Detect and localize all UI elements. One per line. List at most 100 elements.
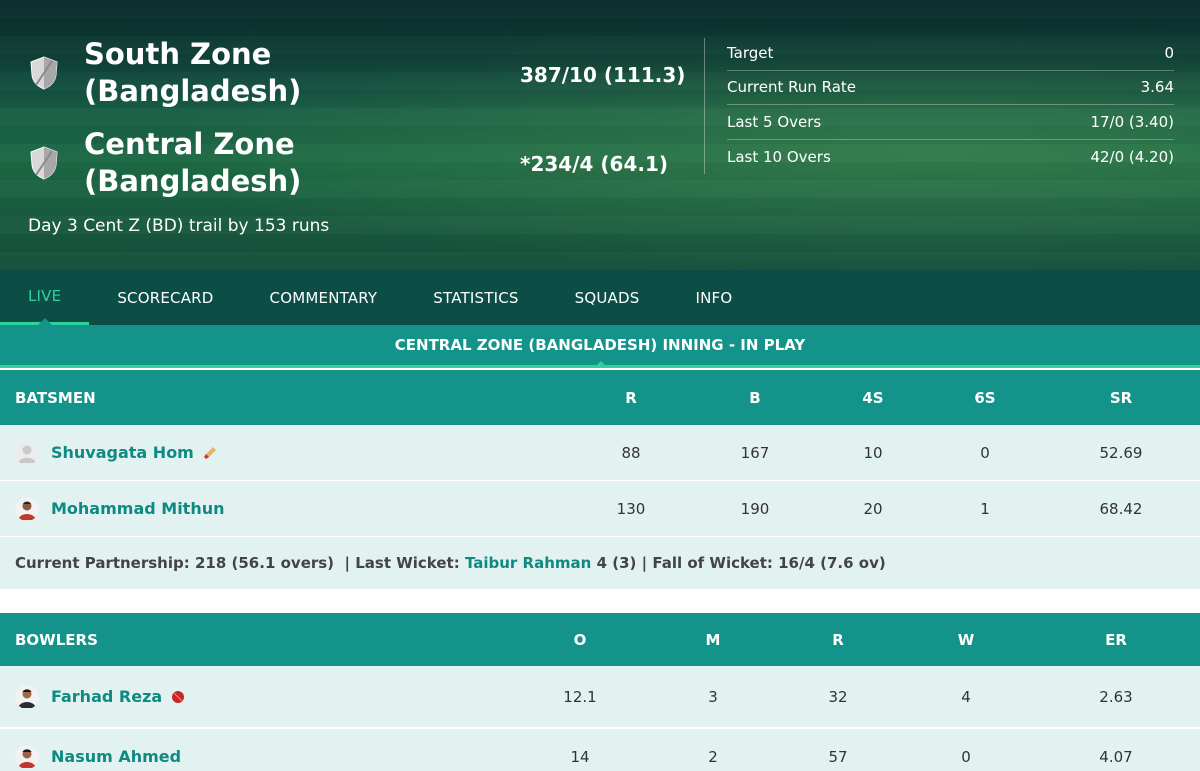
shield-icon: [30, 146, 58, 180]
maidens: 2: [708, 747, 718, 766]
last-wicket-player-link[interactable]: Taibur Rahman: [465, 554, 591, 572]
col-4s: 4S: [862, 388, 884, 407]
overs: 12.1: [563, 687, 597, 706]
stat-target: Target 0: [727, 36, 1174, 71]
batsman-cell: Mohammad Mithun: [15, 481, 225, 536]
runs: 130: [616, 499, 646, 518]
team1-block: South Zone (Bangladesh): [28, 36, 384, 110]
wickets: 4: [961, 687, 971, 706]
col-6s: 6S: [974, 388, 996, 407]
avatar: [15, 744, 39, 769]
batsman-name[interactable]: Mohammad Mithun: [51, 499, 225, 518]
runs: 88: [621, 443, 641, 462]
stat-value: 0: [1164, 43, 1174, 62]
team2-score: *234/4 (64.1): [520, 152, 669, 176]
separator: |: [641, 554, 648, 572]
table-row: Farhad Reza 12.1 3 32 4 2.63: [0, 666, 1200, 728]
tab-info[interactable]: INFO: [667, 270, 760, 325]
section-gap: [0, 589, 1200, 613]
current-partnership-label: Current Partnership:: [15, 554, 190, 572]
fall-of-wicket-value: 16/4 (7.6 ov): [778, 554, 886, 572]
tab-statistics[interactable]: STATISTICS: [405, 270, 546, 325]
batsman-cell: Shuvagata Hom: [15, 425, 217, 480]
avatar: [15, 440, 39, 465]
stat-current-run-rate: Current Run Rate 3.64: [727, 71, 1174, 105]
runs-conceded: 32: [828, 687, 848, 706]
col-w: W: [957, 630, 975, 649]
stat-value: 42/0 (4.20): [1090, 147, 1174, 166]
stat-label: Current Run Rate: [727, 78, 857, 97]
stat-last-10-overs: Last 10 Overs 42/0 (4.20): [727, 140, 1174, 175]
col-er: ER: [1105, 630, 1127, 649]
player-photo-icon: [15, 744, 39, 769]
batsmen-table-header: BATSMEN R B 4S 6S SR: [0, 370, 1200, 425]
strike-rate: 52.69: [1099, 443, 1143, 462]
col-m: M: [705, 630, 721, 649]
bowler-cell: Nasum Ahmed: [15, 729, 181, 771]
placeholder-avatar-icon: [15, 440, 39, 465]
table-row: Nasum Ahmed 14 2 57 0 4.07: [0, 729, 1200, 771]
tab-scorecard[interactable]: SCORECARD: [89, 270, 241, 325]
header-divider: [704, 38, 705, 174]
separator: |: [344, 554, 350, 572]
wickets: 0: [961, 747, 971, 766]
balls: 167: [740, 443, 770, 462]
stat-label: Last 10 Overs: [727, 147, 831, 166]
stat-value: 17/0 (3.40): [1090, 112, 1174, 131]
team1-name: South Zone (Bangladesh): [84, 37, 302, 108]
bowler-name[interactable]: Farhad Reza: [51, 687, 162, 706]
balls: 190: [740, 499, 770, 518]
avatar: [15, 684, 39, 709]
partnership-info: Current Partnership: 218 (56.1 overs) | …: [0, 537, 1200, 589]
last-wicket-label: Last Wicket:: [355, 554, 460, 572]
batsman-name[interactable]: Shuvagata Hom: [51, 443, 194, 462]
team2-block: Central Zone (Bangladesh): [28, 126, 384, 200]
avatar: [15, 496, 39, 521]
stat-last-5-overs: Last 5 Overs 17/0 (3.40): [727, 105, 1174, 140]
tab-commentary[interactable]: COMMENTARY: [242, 270, 406, 325]
col-sr: SR: [1109, 388, 1133, 407]
player-photo-icon: [15, 496, 39, 521]
col-r: R: [625, 388, 637, 407]
fours: 20: [863, 499, 883, 518]
bowler-name[interactable]: Nasum Ahmed: [51, 747, 181, 766]
runs-conceded: 57: [828, 747, 848, 766]
stat-label: Last 5 Overs: [727, 112, 822, 131]
active-tab-caret: [38, 318, 52, 325]
col-bowlers: BOWLERS: [15, 630, 98, 649]
team1-score: 387/10 (111.3): [520, 63, 686, 87]
current-partnership-value: 218 (56.1 overs): [194, 554, 335, 572]
bat-icon: [203, 446, 216, 459]
last-wicket-score: 4 (3): [596, 554, 637, 572]
stat-label: Target: [727, 43, 774, 62]
strike-rate: 68.42: [1099, 499, 1143, 518]
overs: 14: [570, 747, 590, 766]
fall-of-wicket-label: Fall of Wicket:: [652, 554, 773, 572]
ball-icon: [172, 690, 185, 703]
stat-value: 3.64: [1140, 78, 1174, 97]
col-r: R: [832, 630, 844, 649]
innings-caret: [594, 361, 608, 368]
economy-rate: 4.07: [1099, 747, 1133, 766]
table-row: Shuvagata Hom 88 167 10 0 52.69: [0, 425, 1200, 481]
team2-name: Central Zone (Bangladesh): [84, 127, 302, 198]
player-photo-icon: [15, 684, 39, 709]
table-row: Mohammad Mithun 130 190 20 1 68.42: [0, 481, 1200, 537]
match-status: Day 3 Cent Z (BD) trail by 153 runs: [28, 216, 330, 236]
sixes: 1: [980, 499, 990, 518]
bowlers-table-header: BOWLERS O M R W ER: [0, 613, 1200, 666]
shield-icon: [30, 56, 58, 90]
match-header: South Zone (Bangladesh) 387/10 (111.3) C…: [0, 0, 1200, 270]
fours: 10: [863, 443, 883, 462]
sixes: 0: [980, 443, 990, 462]
economy-rate: 2.63: [1099, 687, 1133, 706]
bowler-cell: Farhad Reza: [15, 666, 185, 727]
tab-live[interactable]: LIVE: [0, 270, 90, 325]
tab-bar: LIVE SCORECARD COMMENTARY STATISTICS SQU…: [0, 270, 1200, 325]
maidens: 3: [708, 687, 718, 706]
match-stats: Target 0 Current Run Rate 3.64 Last 5 Ov…: [727, 36, 1174, 174]
col-batsmen: BATSMEN: [15, 388, 96, 407]
col-o: O: [573, 630, 587, 649]
tab-squads[interactable]: SQUADS: [547, 270, 668, 325]
col-b: B: [749, 388, 761, 407]
